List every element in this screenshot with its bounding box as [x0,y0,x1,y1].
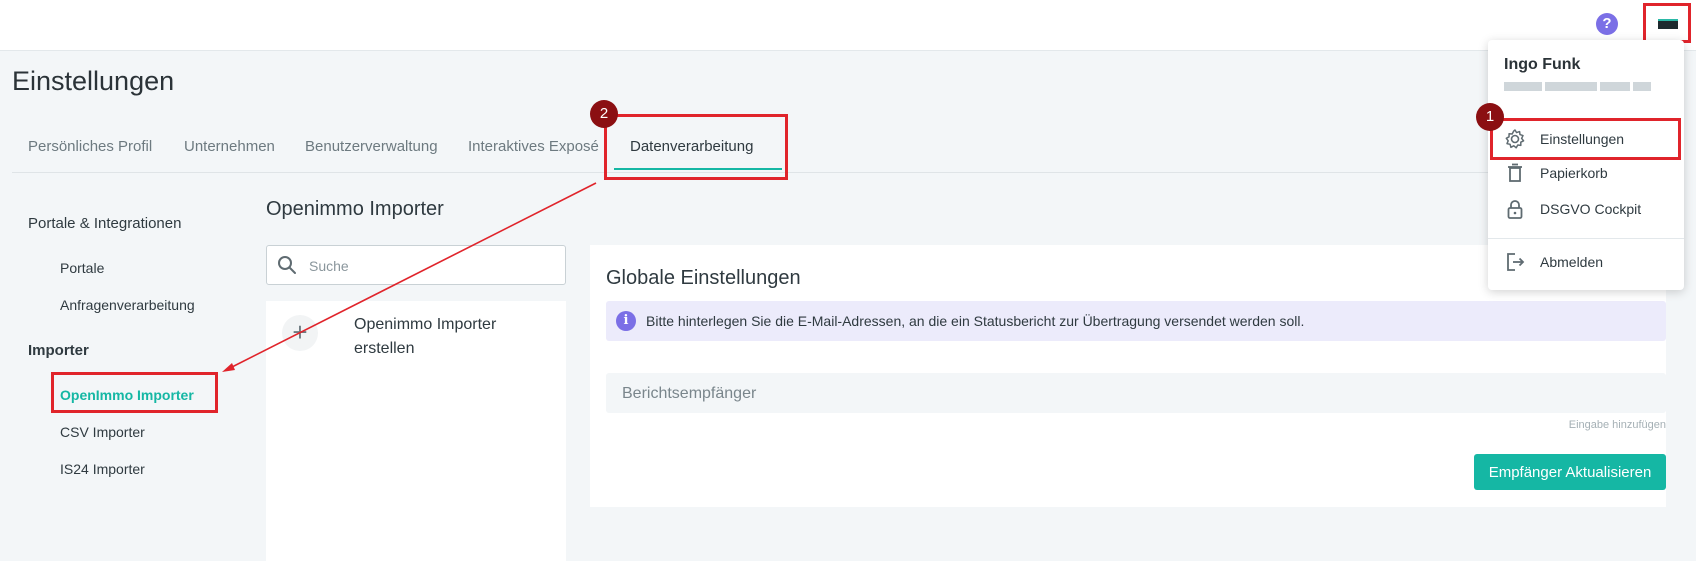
search-icon [278,256,296,274]
card-title: Globale Einstellungen [606,267,801,289]
importer-list: + Openimmo Importer erstellen [266,301,566,561]
menu-item-papierkorb[interactable]: Papierkorb [1488,156,1684,190]
info-banner: i Bitte hinterlegen Sie die E-Mail-Adres… [606,301,1666,341]
sidebar-item-csv-importer[interactable]: CSV Importer [60,424,145,440]
sidebar-item-anfragenverarbeitung[interactable]: Anfragenverarbeitung [60,297,195,313]
sidebar-item-is24-importer[interactable]: IS24 Importer [60,461,145,477]
question-circle-icon[interactable]: ? [1596,13,1618,35]
update-recipients-button[interactable]: Empfänger Aktualisieren [1474,454,1666,490]
user-menu: Ingo Funk Einstellungen Papierkorb DSGVO… [1488,40,1684,290]
menu-item-dsgvo-cockpit[interactable]: DSGVO Cockpit [1488,192,1684,226]
tab-interaktives-expose[interactable]: Interaktives Exposé [468,138,599,155]
page-title: Einstellungen [12,66,175,96]
recipient-field [606,373,1666,413]
sidebar-group-importer: Importer [28,342,89,359]
trash-icon [1508,163,1522,182]
tab-persoenliches-profil[interactable]: Persönliches Profil [28,138,152,155]
logout-icon [1507,253,1525,271]
plus-icon[interactable]: + [282,315,318,351]
menu-item-label: Abmelden [1540,254,1604,270]
importer-list-title: Openimmo Importer [266,198,444,220]
list-item-label[interactable]: Openimmo Importer erstellen [354,313,554,361]
search-box [266,245,566,285]
sidebar-group-portale: Portale & Integrationen [28,215,182,232]
user-name: Ingo Funk [1504,56,1581,73]
annotation-badge-2: 2 [590,100,618,128]
top-bar: ? [0,0,1696,51]
annotation-box-datenverarbeitung [604,114,788,180]
tab-unternehmen[interactable]: Unternehmen [184,138,275,155]
info-text: Bitte hinterlegen Sie die E-Mail-Adresse… [646,313,1305,329]
sidebar-item-portale[interactable]: Portale [60,260,104,276]
menu-item-label: DSGVO Cockpit [1540,201,1642,217]
user-email-blurred [1504,82,1664,92]
annotation-badge-1: 1 [1476,103,1504,131]
lock-icon [1507,200,1523,219]
menu-item-label: Papierkorb [1540,165,1608,181]
annotation-box-einstellungen [1490,118,1681,160]
search-input[interactable] [307,254,551,278]
tab-benutzerverwaltung[interactable]: Benutzerverwaltung [305,138,438,155]
annotation-box-openimmo-importer [51,372,218,413]
menu-divider [1488,238,1684,239]
recipient-input[interactable] [620,382,1624,406]
info-icon: i [616,311,636,331]
avatar-annotation-box [1643,3,1691,43]
avatar-icon[interactable] [1658,19,1678,29]
menu-item-abmelden[interactable]: Abmelden [1488,245,1684,279]
input-hint: Eingabe hinzufügen [1568,419,1666,431]
